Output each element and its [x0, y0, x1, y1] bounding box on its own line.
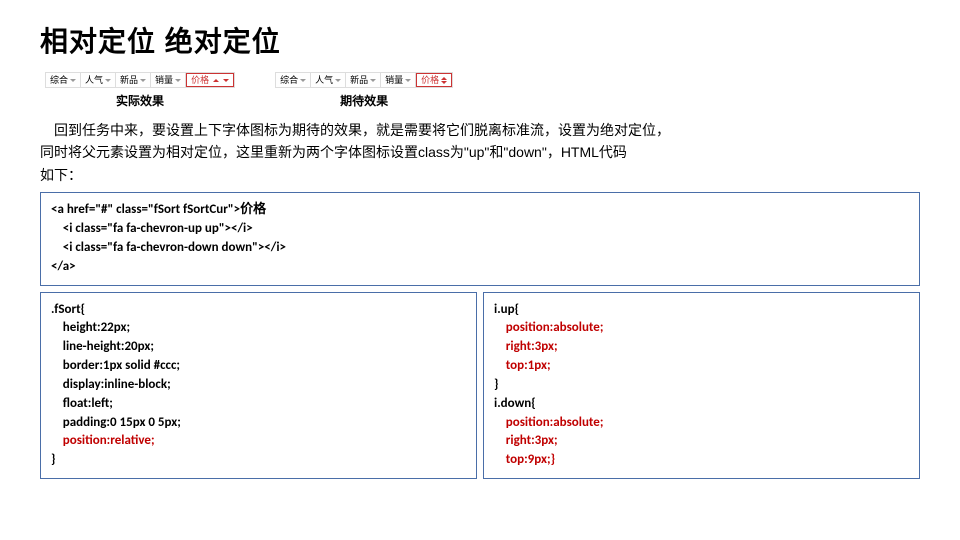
tabs-expected: 综合 人气 新品 销量 价格 — [275, 72, 453, 88]
figure-row: 综合 人气 新品 销量 价格 实际效果 综合 人气 新品 销量 价格 期待效果 — [45, 72, 920, 109]
tab-item: 人气 — [311, 73, 346, 87]
tab-item: 综合 — [46, 73, 81, 87]
body-paragraph: 回到任务中来，要设置上下字体图标为期待的效果，就是需要将它们脱离标准流，设置为绝… — [40, 119, 920, 186]
tab-item-price: 价格 — [186, 73, 234, 87]
tab-item: 人气 — [81, 73, 116, 87]
code-css-row: .fSort{ height:22px; line-height:20px; b… — [40, 292, 920, 486]
caption-expected: 期待效果 — [340, 92, 388, 109]
tab-item: 综合 — [276, 73, 311, 87]
code-css-fsort: .fSort{ height:22px; line-height:20px; b… — [40, 292, 477, 480]
code-html: <a href="#" class="fSort fSortCur">价格 <i… — [40, 192, 920, 285]
tabs-actual: 综合 人气 新品 销量 价格 — [45, 72, 235, 88]
tab-item: 销量 — [381, 73, 416, 87]
page-title: 相对定位 绝对定位 — [40, 20, 920, 60]
figure-actual: 综合 人气 新品 销量 价格 实际效果 — [45, 72, 235, 109]
tab-item: 销量 — [151, 73, 186, 87]
tab-item: 新品 — [346, 73, 381, 87]
code-css-updown: i.up{ position:absolute; right:3px; top:… — [483, 292, 920, 480]
caption-actual: 实际效果 — [116, 92, 164, 109]
tab-item-price: 价格 — [416, 73, 452, 87]
tab-item: 新品 — [116, 73, 151, 87]
figure-expected: 综合 人气 新品 销量 价格 期待效果 — [275, 72, 453, 109]
